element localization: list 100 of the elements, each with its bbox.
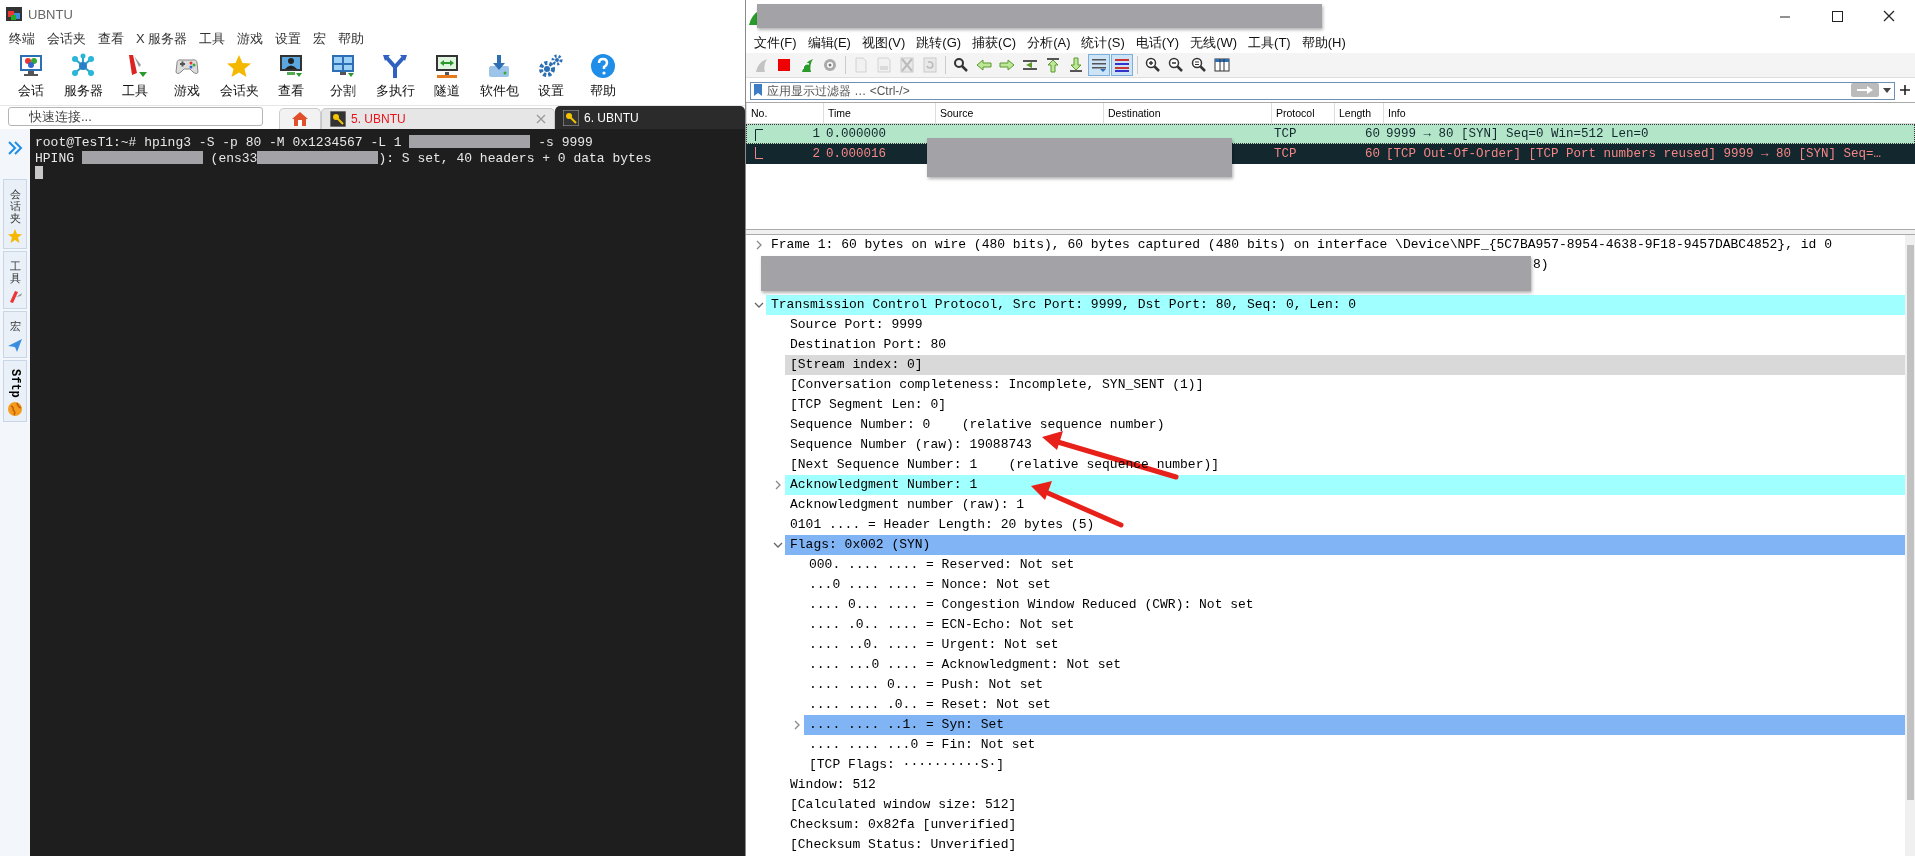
column-header[interactable]: Destination bbox=[1103, 103, 1271, 123]
menu-item[interactable]: 分析(A) bbox=[1027, 34, 1071, 52]
tree-item[interactable]: Frame 1: 60 bytes on wire (480 bits), 60 bytes captured (480 bits) on interface \Device\NPF_{5C7BA957-8954-4638-9F18-9457DABC4852}, id 0 bbox=[766, 235, 1832, 255]
back-arrow-icon[interactable] bbox=[976, 57, 992, 73]
menu-item[interactable]: 编辑(E) bbox=[807, 34, 851, 52]
tree-item[interactable]: Sequence Number: 0 (relative sequence number) bbox=[785, 415, 1165, 435]
tree-item[interactable]: Sequence Number (raw): 19088743 bbox=[785, 435, 1032, 455]
menu-item[interactable]: X 服务器 bbox=[136, 30, 188, 48]
tree-item[interactable]: .... .0.. .... = ECN-Echo: Not set bbox=[804, 615, 1075, 635]
tree-item[interactable]: Destination Port: 80 bbox=[785, 335, 947, 355]
tree-item[interactable]: [TCP Flags: ··········S·] bbox=[804, 755, 1005, 775]
tree-item[interactable]: .... .... .0.. = Reset: Not set bbox=[804, 695, 1051, 715]
zoom-out-icon[interactable] bbox=[1168, 57, 1184, 73]
tree-item[interactable]: Acknowledgment number (raw): 1 bbox=[785, 495, 1025, 515]
menu-item[interactable]: 游戏 bbox=[237, 30, 264, 48]
chevron-icon[interactable] bbox=[754, 240, 764, 250]
tree-item[interactable]: Checksum: 0x82fa [unverified] bbox=[785, 815, 1017, 835]
toolbar-button[interactable]: 帮助 bbox=[577, 50, 629, 105]
tree-item[interactable]: [Stream index: 0] bbox=[785, 355, 1905, 375]
tree-item[interactable]: 8) bbox=[1533, 255, 1549, 275]
zoom-reset-icon[interactable] bbox=[1191, 57, 1207, 73]
column-header[interactable]: No. bbox=[746, 103, 823, 123]
tree-item[interactable]: ...0 .... .... = Nonce: Not set bbox=[804, 575, 1051, 595]
tree-item[interactable]: .... .... 0... = Push: Not set bbox=[804, 675, 1044, 695]
menu-item[interactable]: 电话(Y) bbox=[1135, 34, 1180, 52]
tree-item[interactable]: [Calculated window size: 512] bbox=[785, 795, 1017, 815]
tab[interactable]: 5. UBNTU bbox=[321, 108, 555, 129]
tree-item[interactable]: .... ...0 .... = Acknowledgment: Not set bbox=[804, 655, 1122, 675]
scrollbar[interactable] bbox=[1905, 235, 1915, 856]
side-tab[interactable]: 会话夹 bbox=[3, 179, 27, 250]
up-arrow-icon[interactable] bbox=[1045, 57, 1061, 73]
columns-icon[interactable] bbox=[1214, 57, 1230, 73]
filter-field[interactable]: 应用显示过滤器 … <Ctrl-/> bbox=[750, 82, 1895, 100]
tree-item[interactable]: .... ..0. .... = Urgent: Not set bbox=[804, 635, 1059, 655]
column-header[interactable]: Protocol bbox=[1271, 103, 1334, 123]
stop-icon[interactable] bbox=[776, 57, 792, 73]
gear-icon[interactable] bbox=[822, 57, 838, 73]
toolbar-button[interactable]: 工具 bbox=[109, 50, 161, 105]
forward-arrow-icon[interactable] bbox=[999, 57, 1015, 73]
tree-item[interactable]: Acknowledgment Number: 1 bbox=[785, 475, 1905, 495]
menu-item[interactable]: 工具 bbox=[199, 30, 226, 48]
menu-item[interactable]: 帮助(H) bbox=[1301, 34, 1346, 52]
jump-icon[interactable] bbox=[1022, 57, 1038, 73]
toolbar-button[interactable]: 查看 bbox=[265, 50, 317, 105]
side-tab[interactable]: Sftp bbox=[3, 359, 27, 423]
chevron-icon[interactable] bbox=[773, 540, 783, 550]
menu-item[interactable]: 文件(F) bbox=[754, 34, 797, 52]
column-header[interactable]: Length bbox=[1334, 103, 1383, 123]
menu-item[interactable]: 帮助 bbox=[338, 30, 365, 48]
toolbar-button[interactable]: 分割 bbox=[317, 50, 369, 105]
home-tab[interactable] bbox=[279, 108, 321, 129]
tree-item[interactable]: Flags: 0x002 (SYN) bbox=[785, 535, 1905, 555]
toolbar-button[interactable]: 设置 bbox=[525, 50, 577, 105]
column-header[interactable]: Source bbox=[935, 103, 1103, 123]
tree-item[interactable]: [Conversation completeness: Incomplete, SYN_SENT (1)] bbox=[785, 375, 1204, 395]
menu-item[interactable]: 宏 bbox=[313, 30, 327, 48]
down-arrow-icon[interactable] bbox=[1068, 57, 1084, 73]
tree-item[interactable]: [Checksum Status: Unverified] bbox=[785, 835, 1017, 855]
toolbar-button[interactable]: 游戏 bbox=[161, 50, 213, 105]
menu-item[interactable]: 查看 bbox=[98, 30, 124, 48]
menu-item[interactable]: 捕获(C) bbox=[972, 34, 1017, 52]
menu-item[interactable]: 会话夹 bbox=[47, 30, 86, 48]
toolbar-button[interactable]: 服务器 bbox=[57, 50, 109, 105]
chevron-icon[interactable] bbox=[773, 480, 783, 490]
toolbar-button[interactable]: 隧道 bbox=[421, 50, 473, 105]
tab[interactable]: 6. UBNTU bbox=[555, 106, 745, 129]
quick-connect-field[interactable]: 快速连接... bbox=[8, 107, 263, 126]
menu-item[interactable]: 工具(T) bbox=[1248, 34, 1291, 52]
side-tab[interactable]: 宏 bbox=[3, 311, 27, 358]
menu-item[interactable]: 统计(S) bbox=[1081, 34, 1125, 52]
search-icon[interactable] bbox=[953, 57, 969, 73]
menu-item[interactable]: 跳转(G) bbox=[916, 34, 962, 52]
menu-item[interactable]: 设置 bbox=[275, 30, 302, 48]
toolbar-button[interactable]: 软件包 bbox=[473, 50, 525, 105]
toolbar-button[interactable]: 会话 bbox=[5, 50, 57, 105]
column-header[interactable]: Time bbox=[823, 103, 935, 123]
tree-item[interactable]: .... .... ...0 = Fin: Not set bbox=[804, 735, 1036, 755]
zoom-in-icon[interactable] bbox=[1145, 57, 1161, 73]
scrollbar-thumb[interactable] bbox=[1907, 245, 1914, 800]
tree-item[interactable]: Window: 512 bbox=[785, 775, 876, 795]
packet-row[interactable]: 1 0.000000 TCP 60 9999 → 80 [SYN] Seq=0 Win=512 Len=0 bbox=[746, 124, 1915, 144]
column-header[interactable]: Info bbox=[1383, 103, 1915, 123]
tree-item[interactable]: Transmission Control Protocol, Src Port: 9999, Dst Port: 80, Seq: 0, Len: 0 bbox=[766, 295, 1905, 315]
toolbar-button[interactable]: 多执行 bbox=[369, 50, 421, 105]
side-tab[interactable]: 工具 bbox=[3, 251, 27, 310]
tree-item[interactable]: .... 0... .... = Congestion Window Reduced (CWR): Not set bbox=[804, 595, 1254, 615]
chevron-icon[interactable] bbox=[792, 720, 802, 730]
double-chevron-icon[interactable] bbox=[6, 139, 24, 157]
plus-icon[interactable] bbox=[1899, 84, 1911, 96]
toolbar-button[interactable]: 会话夹 bbox=[213, 50, 265, 105]
tree-item[interactable]: .... .... ..1. = Syn: Set bbox=[804, 715, 1905, 735]
close-icon[interactable] bbox=[536, 114, 546, 124]
menu-item[interactable]: 终端 bbox=[9, 30, 35, 48]
tree-item[interactable]: 0101 .... = Header Length: 20 bytes (5) bbox=[785, 515, 1095, 535]
menu-item[interactable]: 无线(W) bbox=[1190, 34, 1238, 52]
tree-item[interactable]: [TCP Segment Len: 0] bbox=[785, 395, 947, 415]
tree-item[interactable]: 000. .... .... = Reserved: Not set bbox=[804, 555, 1075, 575]
menu-item[interactable]: 视图(V) bbox=[861, 34, 906, 52]
tree-item[interactable]: Source Port: 9999 bbox=[785, 315, 923, 335]
bookmark-icon[interactable] bbox=[753, 83, 763, 97]
